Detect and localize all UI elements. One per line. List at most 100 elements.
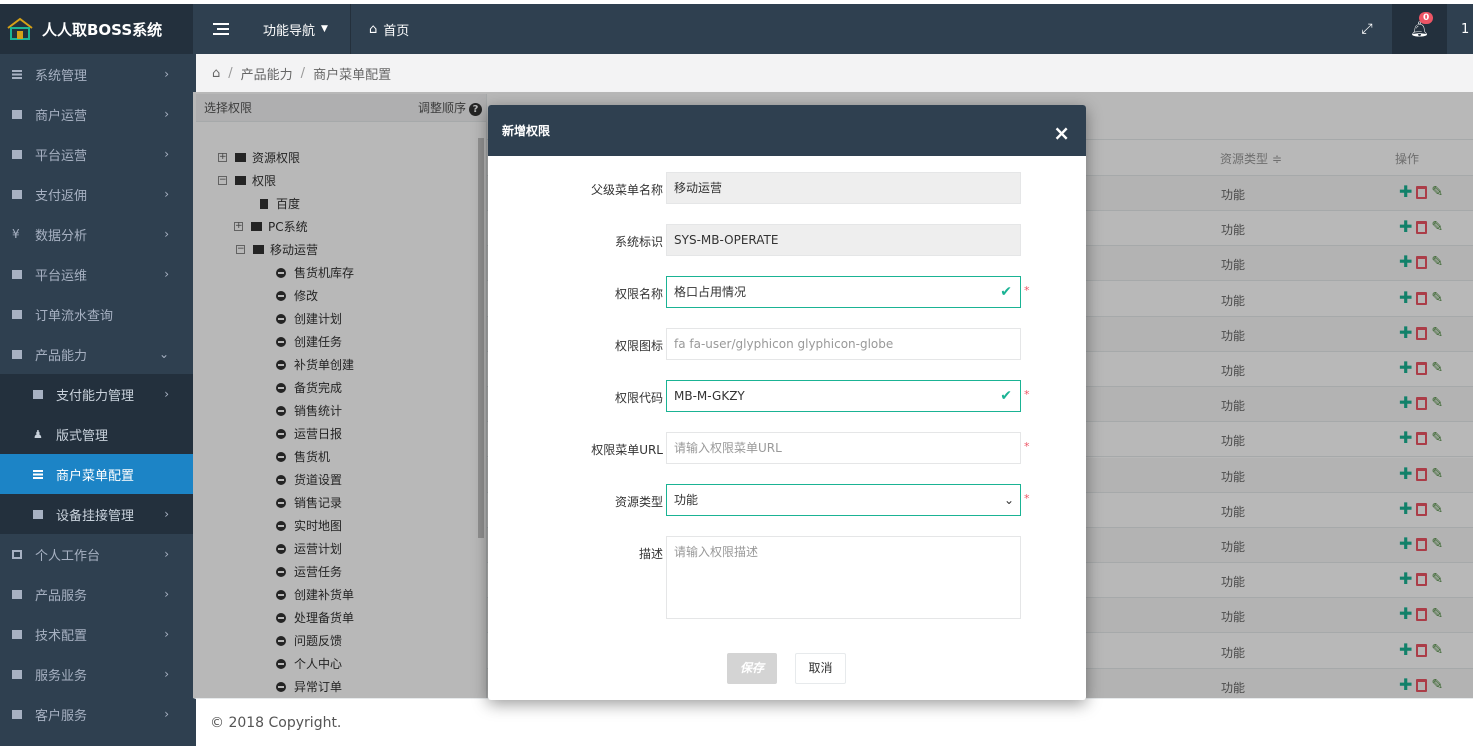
sidebar-item-label: 支付返佣	[35, 188, 88, 204]
navbar-divider	[350, 4, 351, 54]
permission-name-label: 权限名称	[614, 287, 663, 301]
hamburger-icon	[213, 23, 229, 35]
resource-type-label: 资源类型	[614, 495, 663, 509]
sidebar-item-platform-maint[interactable]: 平台运维 ›	[0, 254, 193, 294]
home-link[interactable]: ⌂ 首页	[369, 4, 409, 54]
chevron-right-icon: ›	[164, 547, 169, 561]
home-label: 首页	[383, 23, 410, 39]
user-icon: ♟	[33, 427, 43, 441]
brand[interactable]: 人人取BOSS系统	[0, 4, 193, 54]
menu-toggle-button[interactable]	[213, 4, 229, 54]
menu-url-input[interactable]: 请输入权限菜单URL	[666, 432, 1021, 464]
chevron-right-icon: ›	[164, 147, 169, 161]
chevron-right-icon: ›	[164, 107, 169, 121]
sidebar-item-merchant-menu[interactable]: 商户菜单配置	[0, 454, 193, 494]
sidebar-item-system[interactable]: 系统管理 ›	[0, 54, 193, 94]
permission-icon-label: 权限图标	[614, 339, 663, 353]
square-icon	[12, 269, 22, 279]
permission-name-input[interactable]: 格口占用情况 ✔	[666, 276, 1021, 308]
permission-code-input[interactable]: MB-M-GKZY ✔	[666, 380, 1021, 412]
square-icon	[12, 589, 22, 599]
sidebar-item-label: 平台运营	[35, 148, 88, 164]
grid-icon	[12, 69, 22, 79]
permission-icon-input[interactable]: fa fa-user/glyphicon glyphicon-globe	[666, 328, 1021, 360]
sidebar-item-platform-ops[interactable]: 平台运营 ›	[0, 134, 193, 174]
grid-icon	[33, 469, 43, 479]
square-icon	[33, 389, 43, 399]
chevron-right-icon: ›	[164, 707, 169, 721]
notification-badge: 0	[1419, 12, 1434, 24]
user-menu[interactable]: 1	[1447, 22, 1473, 37]
parent-menu-row: 父级菜单名称 移动运营	[488, 172, 1086, 204]
sidebar-item-layout-mgmt[interactable]: ♟ 版式管理	[0, 414, 193, 454]
permission-icon-row: 权限图标 fa fa-user/glyphicon glyphicon-glob…	[488, 328, 1086, 360]
chevron-right-icon: ›	[164, 67, 169, 81]
system-id-label: 系统标识	[614, 235, 663, 249]
breadcrumb-item[interactable]: 产品能力	[241, 64, 293, 83]
sidebar-item-label: 产品服务	[35, 588, 88, 604]
menu-url-row: 权限菜单URL 请输入权限菜单URL *	[488, 432, 1086, 464]
sidebar-item-order-query[interactable]: 订单流水查询	[0, 294, 193, 334]
function-nav-label: 功能导航	[263, 23, 316, 39]
sidebar-item-tech-config[interactable]: 技术配置 ›	[0, 614, 193, 654]
notifications-button[interactable]: 🔔︎ 0	[1392, 4, 1447, 54]
sidebar-item-label: 个人工作台	[35, 548, 101, 564]
chevron-right-icon: ›	[164, 187, 169, 201]
sidebar-item-customer-service[interactable]: 客户服务 ›	[0, 694, 193, 734]
sidebar-item-payment-rebate[interactable]: 支付返佣 ›	[0, 174, 193, 214]
function-nav-dropdown[interactable]: 功能导航 ▼	[263, 4, 328, 54]
sidebar-item-product-service[interactable]: 产品服务 ›	[0, 574, 193, 614]
resource-type-select[interactable]: 功能 ⌄	[666, 484, 1021, 516]
system-id-row: 系统标识 SYS-MB-OPERATE	[488, 224, 1086, 256]
home-icon[interactable]: ⌂	[212, 66, 220, 81]
chevron-right-icon: ›	[164, 627, 169, 641]
copyright-text: © 2018 Copyright.	[210, 714, 342, 731]
sidebar-item-label: 商户运营	[35, 108, 88, 124]
home-icon: ⌂	[369, 21, 378, 37]
sidebar-item-product-ability[interactable]: 产品能力 ⌄	[0, 334, 193, 374]
app-title: 人人取BOSS系统	[42, 20, 163, 39]
resource-type-row: 资源类型 功能 ⌄ *	[488, 484, 1086, 516]
chevron-right-icon: ›	[164, 267, 169, 281]
sidebar-item-merchant-ops[interactable]: 商户运营 ›	[0, 94, 193, 134]
sidebar-item-device-mount[interactable]: 设备挂接管理 ›	[0, 494, 193, 534]
chevron-down-icon: ⌄	[158, 347, 169, 361]
chevron-right-icon: ›	[164, 507, 169, 521]
desktop-icon	[12, 549, 22, 559]
chevron-down-icon: ⌄	[1003, 493, 1014, 507]
sidebar-item-workbench[interactable]: 个人工作台 ›	[0, 534, 193, 574]
close-icon[interactable]: ×	[1053, 123, 1070, 143]
permission-code-label: 权限代码	[614, 391, 663, 405]
sidebar: 系统管理 › 商户运营 › 平台运营 › 支付返佣 › ¥ 数据分析 › 平台运…	[0, 54, 193, 746]
square-icon	[12, 109, 22, 119]
chevron-right-icon: ›	[164, 227, 169, 241]
house-logo-icon	[7, 17, 33, 40]
permission-name-row: 权限名称 格口占用情况 ✔ *	[488, 276, 1086, 308]
square-icon	[12, 309, 22, 319]
sidebar-item-data-analysis[interactable]: ¥ 数据分析 ›	[0, 214, 193, 254]
square-icon	[12, 189, 22, 199]
chevron-right-icon: ›	[164, 667, 169, 681]
sidebar-item-service-business[interactable]: 服务业务 ›	[0, 654, 193, 694]
sidebar-item-label: 支付能力管理	[56, 388, 135, 404]
required-mark: *	[1024, 284, 1030, 297]
modal-title: 新增权限	[502, 124, 551, 138]
parent-menu-label: 父级菜单名称	[590, 183, 663, 197]
square-icon	[12, 149, 22, 159]
fullscreen-icon[interactable]: ⤢	[1342, 21, 1392, 37]
resource-type-value: 功能	[674, 493, 699, 507]
menu-url-label: 权限菜单URL	[591, 443, 663, 457]
square-icon	[12, 669, 22, 679]
required-mark: *	[1024, 492, 1030, 505]
cancel-button[interactable]: 取消	[795, 653, 846, 684]
square-icon	[12, 629, 22, 639]
chevron-right-icon: ›	[164, 387, 169, 401]
top-navbar: 人人取BOSS系统 功能导航 ▼ ⌂ 首页 ⤢ 🔔︎ 0 1	[0, 0, 1473, 54]
description-textarea[interactable]: 请输入权限描述	[666, 536, 1021, 619]
sidebar-item-payment-ability[interactable]: 支付能力管理 ›	[0, 374, 193, 414]
caret-down-icon: ▼	[321, 24, 328, 34]
save-button[interactable]: 保存	[727, 653, 777, 684]
add-permission-modal: 新增权限 × 父级菜单名称 移动运营 系统标识 SYS-MB-OPERATE 权…	[488, 105, 1086, 700]
yen-icon: ¥	[12, 227, 20, 241]
chevron-right-icon: ›	[164, 587, 169, 601]
